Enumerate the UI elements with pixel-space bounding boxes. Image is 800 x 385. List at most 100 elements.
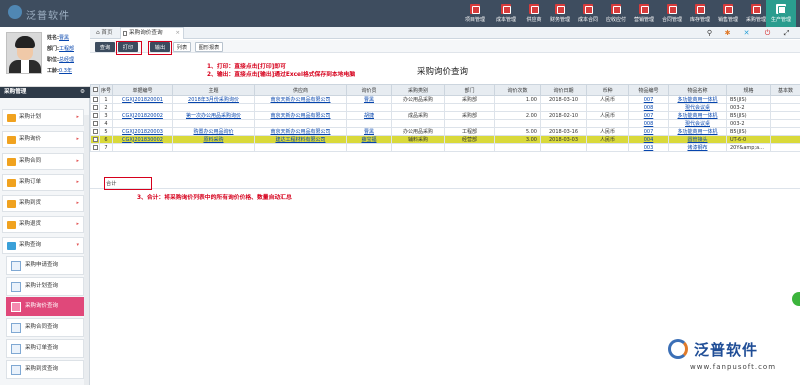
row-select[interactable] — [90, 127, 100, 136]
nav-sales[interactable]: 销售管理 — [713, 4, 743, 26]
checkbox[interactable] — [92, 104, 98, 110]
sub-purchase-plan-query[interactable]: 采购计划查询 — [6, 277, 84, 296]
col-header[interactable]: 单据编号 — [112, 84, 173, 96]
checkbox[interactable] — [92, 87, 98, 92]
table-row[interactable]: 3 CGXJ201820002 第一次办公用品采购询价 南京天新办公用品有限公司 胡捷成… — [90, 111, 800, 120]
select-all[interactable] — [90, 84, 100, 96]
list-button[interactable]: 列表 — [173, 42, 191, 52]
cell-staff[interactable]: 薛宝福 — [346, 135, 392, 144]
sub-purchase-contract-query[interactable]: 采购合同查询 — [6, 318, 84, 337]
col-header[interactable]: 采购类别 — [391, 84, 445, 96]
row-select[interactable] — [90, 119, 100, 128]
col-header[interactable]: 主题 — [172, 84, 255, 96]
cell-subject[interactable]: 购置办公用品询价 — [172, 127, 255, 136]
cell-subject[interactable] — [172, 143, 255, 152]
fullscreen-icon[interactable]: ✕ — [742, 29, 751, 38]
table-row[interactable]: 1 CGXJ201820001 2018年3月份采购询价 南京天新办公用品有限公司 曹黑… — [90, 95, 800, 104]
menu-purchase-return[interactable]: 采购退货 ▸ — [2, 216, 84, 233]
col-header[interactable]: 询价员 — [346, 84, 392, 96]
cell-subject[interactable] — [172, 119, 255, 128]
col-header[interactable]: 规格 — [726, 84, 771, 96]
cell-code[interactable]: CGXJ201820001 — [112, 95, 173, 104]
cell-supplier[interactable]: 南京天新办公用品有限公司 — [254, 127, 347, 136]
row-select[interactable] — [90, 143, 100, 152]
table-row[interactable]: 2 008 現代会议桌 003-2 — [90, 103, 800, 112]
cell-supplier[interactable] — [254, 103, 347, 112]
cell-code[interactable] — [112, 103, 173, 112]
nav-contract[interactable]: 合同管理 — [657, 4, 687, 26]
nav-project[interactable]: 项目管理 — [460, 4, 490, 26]
sub-purchase-request-query[interactable]: 采购申请查询 — [6, 256, 84, 275]
checkbox[interactable] — [92, 144, 98, 150]
col-header[interactable]: 物品名称 — [668, 84, 727, 96]
table-row[interactable]: 4 008 現代会议桌 003-2 — [90, 119, 800, 128]
nav-cost-contract[interactable]: 成本合同 — [573, 4, 603, 26]
cell-item-name[interactable]: 現代会议桌 — [668, 103, 727, 112]
col-header[interactable]: 部门 — [444, 84, 495, 96]
table-row[interactable]: 6 CGXJ201830002 原料采购 建达工程材料有限公司 薛宝福 辅料采购 经营部 3.… — [90, 135, 800, 144]
sub-purchase-order-query[interactable]: 采购订单查询 — [6, 339, 84, 358]
nav-receivable[interactable]: 应收应付 — [601, 4, 631, 26]
col-header[interactable]: 基本数 — [770, 84, 800, 96]
cell-supplier[interactable]: 南京天新办公用品有限公司 — [254, 95, 347, 104]
menu-purchase-query[interactable]: 采购查询 ▾ — [2, 237, 84, 254]
cell-item-code[interactable]: 007 — [628, 111, 669, 120]
col-header[interactable]: 序号 — [99, 84, 113, 96]
menu-purchase-order[interactable]: 采购订单 ▸ — [2, 174, 84, 191]
expand-icon[interactable]: ⤢ — [782, 29, 791, 38]
cell-subject[interactable]: 2018年3月份采购询价 — [172, 95, 255, 104]
cell-item-code[interactable]: 007 — [628, 127, 669, 136]
col-header[interactable]: 物品编号 — [628, 84, 669, 96]
cell-supplier[interactable]: 南京天新办公用品有限公司 — [254, 111, 347, 120]
cell-code[interactable] — [112, 143, 173, 152]
cell-subject[interactable]: 原料采购 — [172, 135, 255, 144]
checkbox[interactable] — [92, 136, 98, 142]
cell-subject[interactable]: 第一次办公用品采购询价 — [172, 111, 255, 120]
menu-purchase-contract[interactable]: 采购合同 ▸ — [2, 153, 84, 170]
checkbox[interactable] — [92, 96, 98, 102]
nav-marketing[interactable]: 营销管理 — [629, 4, 659, 26]
row-select[interactable] — [90, 111, 100, 120]
gear-icon[interactable]: ⚙ — [80, 87, 85, 98]
checkbox[interactable] — [92, 120, 98, 126]
nav-inventory[interactable]: 库存管理 — [685, 4, 715, 26]
cell-supplier[interactable] — [254, 119, 347, 128]
cell-item-name[interactable]: 現代会议桌 — [668, 119, 727, 128]
cell-supplier[interactable] — [254, 143, 347, 152]
cell-item-code[interactable]: 007 — [628, 95, 669, 104]
checkbox[interactable] — [92, 128, 98, 134]
col-header[interactable]: 币种 — [586, 84, 629, 96]
query-button[interactable]: 查询 — [95, 42, 115, 52]
cell-staff[interactable] — [346, 103, 392, 112]
col-header[interactable]: 询价日期 — [540, 84, 587, 96]
cell-staff[interactable]: 曹黑 — [346, 95, 392, 104]
cell-item-name[interactable]: 多功能商用一体机 — [668, 127, 727, 136]
nav-cost[interactable]: 成本管理 — [491, 4, 521, 26]
checkbox[interactable] — [92, 112, 98, 118]
cell-code[interactable] — [112, 119, 173, 128]
float-chat-button[interactable] — [792, 292, 800, 306]
cell-code[interactable]: CGXJ201830002 — [112, 135, 173, 144]
cell-item-name[interactable]: 圆管接头 — [668, 135, 727, 144]
menu-purchase-inquiry[interactable]: 采购询价 ▸ — [2, 131, 84, 148]
cell-staff[interactable] — [346, 119, 392, 128]
nav-production[interactable]: 生产管理 — [766, 0, 796, 27]
search-icon[interactable]: ⚲ — [705, 29, 714, 38]
menu-purchase-arrival[interactable]: 采购到货 ▸ — [2, 195, 84, 212]
close-icon[interactable]: × — [175, 28, 180, 39]
table-row[interactable]: 5 CGXJ201820003 购置办公用品询价 南京天新办公用品有限公司 曹黑 办公用品… — [90, 127, 800, 136]
cell-supplier[interactable]: 建达工程材料有限公司 — [254, 135, 347, 144]
tab-current[interactable]: 采购询价查询 × — [120, 27, 184, 39]
logout-icon[interactable]: ⏻ — [763, 29, 772, 38]
cell-staff[interactable]: 曹黑 — [346, 127, 392, 136]
cell-item-name[interactable]: 多功能商用一体机 — [668, 111, 727, 120]
cell-staff[interactable] — [346, 143, 392, 152]
row-select[interactable] — [90, 95, 100, 104]
row-select[interactable] — [90, 135, 100, 144]
table-row[interactable]: 7 003 烤漆钢布 20Y&amp;a... — [90, 143, 800, 152]
cell-code[interactable]: CGXJ201820002 — [112, 111, 173, 120]
tab-home[interactable]: ⌂ 首页 — [92, 28, 117, 38]
settings-icon[interactable]: ✱ — [723, 29, 732, 38]
cell-subject[interactable] — [172, 103, 255, 112]
chart-report-button[interactable]: 图形报表 — [195, 42, 223, 52]
